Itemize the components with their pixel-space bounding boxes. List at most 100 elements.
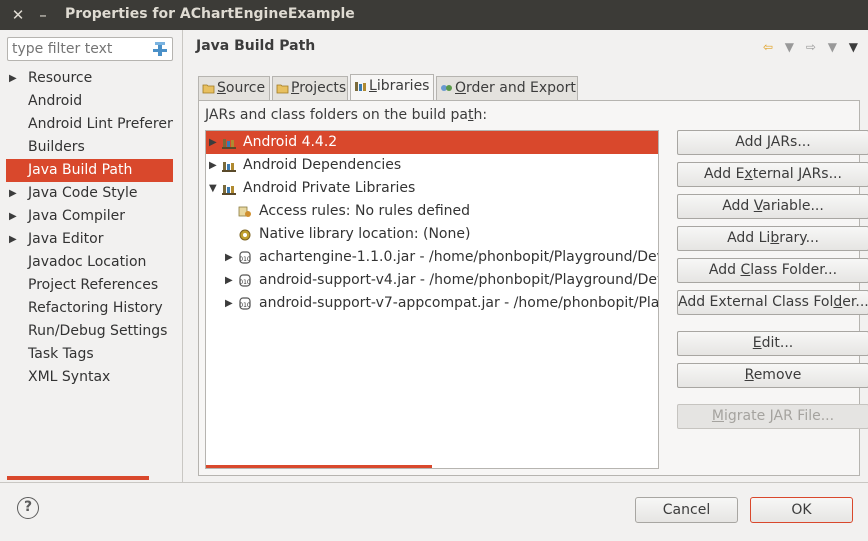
button-label-post: ariable... [762,198,824,214]
ok-button[interactable]: OK [750,497,853,523]
close-icon[interactable]: ✕ [8,5,28,25]
nav-item-builders[interactable]: Builders [6,136,173,159]
nav-item-task-tags[interactable]: Task Tags [6,343,173,366]
nav-item-run-debug-settings[interactable]: Run/Debug Settings [6,320,173,343]
tree-row[interactable]: ▼ Android Private Libraries [206,177,658,200]
expand-arrow-icon[interactable]: ▶ [225,292,233,315]
jar-icon: 010 [239,251,251,264]
add-class-folder-button[interactable]: Add Class Folder... [677,258,868,283]
nav-item-resource[interactable]: ▶ Resource [6,67,173,90]
clear-filter-icon[interactable] [153,42,167,56]
expand-arrow-icon[interactable]: ▶ [9,205,17,228]
tree-row[interactable]: ▶ 010 android-support-v4.jar - /home/phonb… [206,269,658,292]
tab-source[interactable]: Source [198,76,270,100]
expand-arrow-icon[interactable]: ▶ [9,67,17,90]
nav-item-refactoring-history[interactable]: Refactoring History [6,297,173,320]
nav-item-project-references[interactable]: Project References [6,274,173,297]
view-menu-chevron-down-icon[interactable]: ▼ [849,40,858,54]
svg-text:010: 010 [239,279,251,286]
tree-row[interactable]: ▶ 010 achartengine-1.1.0.jar - /home/phonb… [206,246,658,269]
nav-item-label: Android Lint Preferen [28,116,173,132]
filter-box [7,37,173,61]
expand-arrow-icon[interactable]: ▶ [209,131,217,154]
build-path-tree[interactable]: ▶ Android 4.4.2 ▶ Android Dependencies ▼ Andr… [205,130,659,469]
nav-item-label: Java Compiler [28,208,126,224]
tree-row-label: Android Dependencies [243,157,402,173]
main-panel: Java Build Path ⇦ ▼ ⇨ ▼ ▼ Source Projects… [184,30,868,482]
page-title: Java Build Path [196,38,316,54]
minimize-icon[interactable]: – [33,5,53,25]
expand-arrow-icon[interactable]: ▶ [225,246,233,269]
button-label-pre: Add Li [727,230,771,246]
tab-label-post: rder and Export [466,80,576,96]
tree-row[interactable]: Access rules: No rules defined [206,200,658,223]
remove-button[interactable]: Remove [677,363,868,388]
nav-item-xml-syntax[interactable]: XML Syntax [6,366,173,389]
button-label-key: V [753,198,763,214]
tab-label-post: ibraries [376,78,430,94]
expand-arrow-icon[interactable]: ▶ [9,228,17,251]
add-jars-button[interactable]: Add JARs... [677,130,868,155]
nav-item-label: Run/Debug Settings [28,323,168,339]
back-arrow-icon[interactable]: ⇦ [763,40,773,54]
libraries-icon [355,82,366,91]
nav-item-label: Resource [28,70,93,86]
forward-menu-chevron-down-icon[interactable]: ▼ [828,40,837,54]
library-icon [222,185,236,195]
edit-button[interactable]: Edit... [677,331,868,356]
button-label-pre: Add E [704,166,745,182]
tab-label-key: S [217,80,226,96]
tab-order-and-export[interactable]: Order and Export [436,76,578,100]
tree-horizontal-scrollbar[interactable] [206,465,432,468]
forward-arrow-icon[interactable]: ⇨ [806,40,816,54]
back-menu-chevron-down-icon[interactable]: ▼ [785,40,794,54]
add-variable-button[interactable]: Add Variable... [677,194,868,219]
tree-row[interactable]: ▶ Android Dependencies [206,154,658,177]
source-folder-icon [202,84,215,94]
help-icon[interactable]: ? [17,497,39,519]
dialog-separator [0,482,868,483]
build-path-description: JARs and class folders on the build path… [205,107,487,123]
cancel-button[interactable]: Cancel [635,497,738,523]
button-label-pre: Add External Class Fol [678,294,834,310]
button-label-post: ARs... [770,134,811,150]
nav-item-java-code-style[interactable]: ▶ Java Code Style [6,182,173,205]
nav-item-label: Javadoc Location [28,254,147,270]
nav-item-android-lint-preferen[interactable]: Android Lint Preferen [6,113,173,136]
tab-label-key: P [291,80,300,96]
tab-projects[interactable]: Projects [272,76,348,100]
tab-libraries[interactable]: Libraries [350,74,434,101]
collapse-arrow-icon[interactable]: ▼ [209,177,217,200]
button-label-key: d [833,294,843,310]
nav-item-java-build-path[interactable]: Java Build Path [6,159,173,182]
expand-arrow-icon[interactable]: ▶ [225,269,233,292]
nav-item-java-compiler[interactable]: ▶ Java Compiler [6,205,173,228]
native-library-icon [239,229,251,241]
add-external-class-folder-button[interactable]: Add External Class Folder... [677,290,868,315]
add-library-button[interactable]: Add Library... [677,226,868,251]
nav-item-label: Refactoring History [28,300,163,316]
expand-arrow-icon[interactable]: ▶ [209,154,217,177]
tree-row[interactable]: ▶ Android 4.4.2 [206,131,658,154]
button-label-pre: Add [708,262,741,278]
button-label-pre: Add [722,198,754,214]
left-scrollbar[interactable] [7,476,149,480]
description-text-pre: JARs and class folders on the build pa [205,107,468,123]
expand-arrow-icon[interactable]: ▶ [9,182,17,205]
button-label-post: lass Folder... [750,262,838,278]
button-label-key: x [744,166,753,182]
access-rules-icon [238,206,251,217]
nav-item-javadoc-location[interactable]: Javadoc Location [6,251,173,274]
nav-item-android[interactable]: Android [6,90,173,113]
jar-icon: 010 [239,274,251,287]
tree-row[interactable]: Native library location: (None) [206,223,658,246]
nav-item-label: Java Editor [28,231,104,247]
tree-row[interactable]: ▶ 010 android-support-v7-appcompat.jar - /… [206,292,658,315]
nav-item-label: Project References [28,277,159,293]
svg-text:010: 010 [239,302,251,309]
filter-input[interactable] [8,38,148,60]
add-external-jars-button[interactable]: Add External JARs... [677,162,868,187]
tree-row-label: android-support-v4.jar - /home/phonbopit… [259,272,659,288]
nav-item-java-editor[interactable]: ▶ Java Editor [6,228,173,251]
property-page-tree: ▶ Resource Android Android Lint Preferen Bui… [6,67,173,389]
